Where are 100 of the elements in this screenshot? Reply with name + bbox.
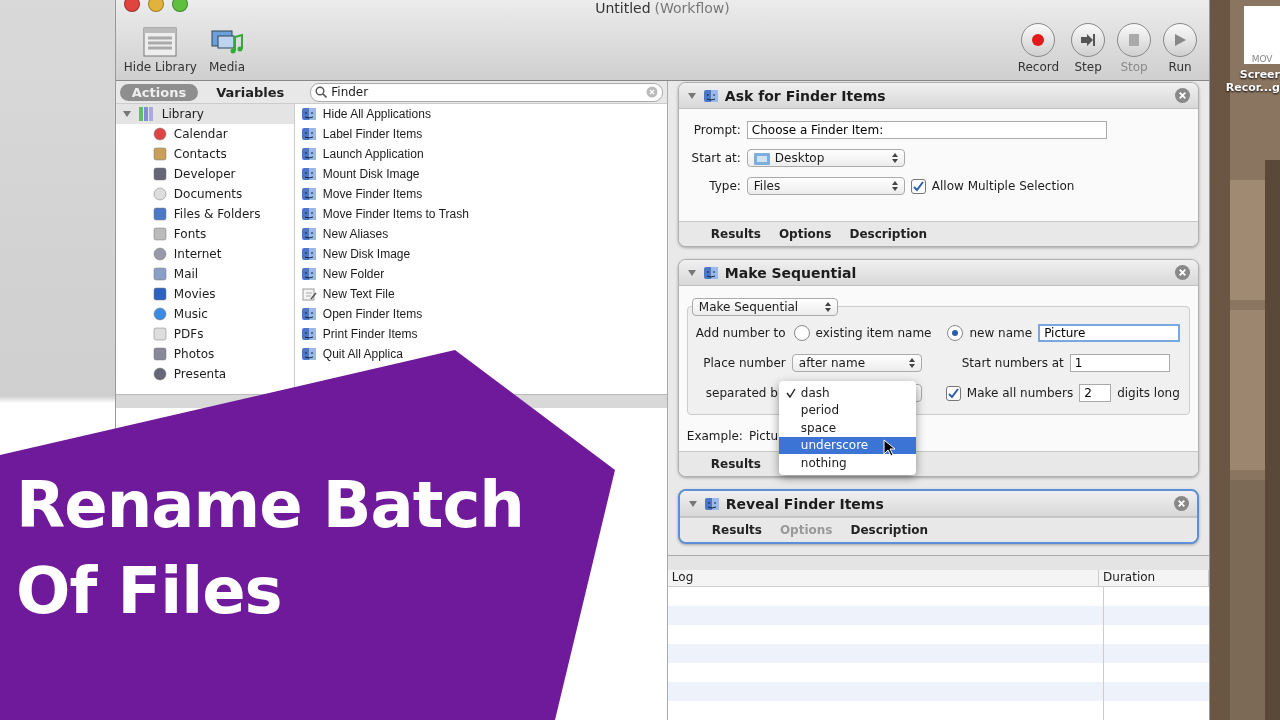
file-label: Screer [1239, 68, 1280, 81]
action-item[interactable]: Hide All Applications [300, 104, 667, 124]
category-item[interactable]: Internet [115, 244, 294, 264]
toolbar-button[interactable]: Step [1071, 23, 1106, 74]
library-item[interactable]: Library [115, 104, 294, 124]
updown-arrows-icon [891, 153, 898, 163]
action-item[interactable]: New Aliases [300, 224, 667, 244]
clear-icon[interactable] [645, 86, 658, 98]
note-icon [300, 286, 317, 302]
action-item[interactable]: Label Finder Items [300, 124, 667, 144]
close-button[interactable] [123, 0, 140, 12]
category-icon [151, 306, 168, 322]
category-item[interactable]: Files & Folders [115, 204, 294, 224]
category-item[interactable]: Documents [115, 184, 294, 204]
window-title: Untitled [595, 0, 651, 16]
category-item[interactable]: PDFs [115, 324, 294, 344]
minimize-button[interactable] [147, 0, 164, 12]
toolbar-button[interactable]: Run [1163, 23, 1198, 74]
checkbox-label: Make all numbers [966, 386, 1074, 400]
menu-item[interactable]: underscore [778, 436, 916, 454]
action-item[interactable]: Mount Disk Image [300, 164, 667, 184]
type-popup[interactable]: Files [746, 177, 905, 195]
category-item[interactable]: Fonts [115, 224, 294, 244]
radio-label: new name [969, 326, 1033, 340]
checkbox[interactable] [910, 178, 926, 194]
disclosure-down-icon[interactable] [687, 498, 698, 509]
tab[interactable]: Description [850, 523, 929, 537]
category-item[interactable]: Developer [115, 164, 294, 184]
toolbar-button[interactable]: Hide Library [123, 27, 197, 74]
menu-item[interactable]: period [778, 401, 916, 419]
digits-field[interactable]: 2 [1079, 384, 1112, 402]
finder-icon [300, 266, 317, 282]
menu-item[interactable]: nothing [778, 454, 916, 472]
finder-icon [300, 166, 317, 182]
finder-icon [300, 126, 317, 142]
finder-icon [300, 206, 317, 222]
finder-icon [300, 346, 317, 362]
menu-item[interactable]: dash [778, 384, 916, 402]
tab[interactable]: Results [710, 457, 761, 471]
checkbox-label: Allow Multiple Selection [931, 179, 1075, 193]
action-item[interactable]: Launch Application [300, 144, 667, 164]
menu-item[interactable]: space [778, 419, 916, 437]
tab[interactable]: Results [710, 227, 761, 241]
splitter-bar[interactable] [667, 555, 1210, 570]
segment-tab[interactable]: Variables [204, 83, 297, 101]
disclosure-down-icon[interactable] [121, 109, 132, 119]
category-icon [151, 226, 168, 242]
category-item[interactable]: Movies [115, 284, 294, 304]
action-item[interactable]: New Text File [300, 284, 667, 304]
step-icon [1071, 23, 1106, 57]
checkbox[interactable] [945, 385, 961, 401]
category-icon [151, 146, 168, 162]
category-item[interactable]: Music [115, 304, 294, 324]
action-item[interactable]: New Disk Image [300, 244, 667, 264]
start-popup[interactable]: Desktop [746, 149, 905, 167]
close-icon[interactable] [1175, 88, 1191, 103]
close-icon[interactable] [1175, 265, 1191, 280]
disclosure-down-icon[interactable] [686, 267, 697, 278]
prompt-field[interactable]: Choose a Finder Item: [746, 121, 1107, 139]
category-icon [151, 286, 168, 302]
category-icon [151, 346, 168, 362]
record-icon [1021, 23, 1056, 57]
file-icon[interactable]: MOV [1244, 6, 1280, 64]
tab[interactable]: Description [849, 227, 928, 241]
close-icon[interactable] [1174, 496, 1190, 511]
action-item[interactable]: Move Finder Items [300, 184, 667, 204]
category-icon [151, 186, 168, 202]
tab[interactable]: Options [778, 227, 832, 241]
finder-icon [702, 87, 719, 104]
radio-button[interactable] [793, 325, 810, 341]
name-field[interactable]: Picture [1038, 324, 1181, 342]
radio-button[interactable] [947, 325, 964, 341]
zoom-button[interactable] [171, 0, 188, 12]
tab[interactable]: Results [711, 523, 762, 537]
action-item[interactable]: Print Finder Items [300, 324, 667, 344]
disclosure-down-icon[interactable] [686, 90, 697, 101]
finder-icon [300, 146, 317, 162]
finder-icon [300, 186, 317, 202]
category-icon [151, 166, 168, 182]
category-item[interactable]: Contacts [115, 144, 294, 164]
start-number-field[interactable]: 1 [1069, 354, 1170, 372]
action-item[interactable]: Open Finder Items [300, 304, 667, 324]
card-title: Ask for Finder Items [724, 87, 887, 104]
column-header: Log [667, 570, 1100, 586]
updown-arrows-icon [824, 302, 831, 312]
folder-icon [753, 151, 770, 165]
action-item[interactable]: New Folder [300, 264, 667, 284]
banner-title: Rename Batch [16, 467, 525, 544]
category-item[interactable]: Mail [115, 264, 294, 284]
action-item[interactable]: Move Finder Items to Trash [300, 204, 667, 224]
toolbar-button[interactable]: Record [1017, 23, 1060, 74]
category-item[interactable]: Calendar [115, 124, 294, 144]
search-field[interactable]: Finder [310, 82, 663, 102]
place-popup[interactable]: after name [791, 354, 922, 372]
card-title: Make Sequential [724, 264, 858, 281]
mode-popup[interactable]: Make Sequential [691, 298, 838, 316]
finder-icon [300, 246, 317, 262]
finder-icon [702, 264, 719, 281]
checkmark-icon [785, 388, 796, 398]
toolbar-button[interactable]: Media [208, 27, 245, 74]
